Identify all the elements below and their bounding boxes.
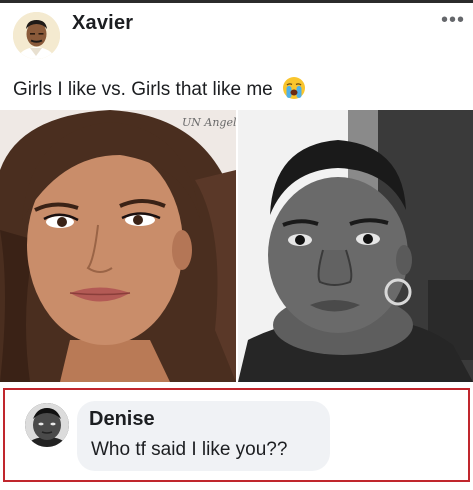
crying-face-icon [282,76,306,100]
photo-girls-that-like-me[interactable] [238,110,473,382]
comment-text: Who tf said I like you?? [91,439,288,460]
commenter-avatar[interactable] [25,403,69,447]
author-avatar[interactable] [13,12,60,59]
photo-watermark: UN Angeles [182,116,236,129]
caption-text: Girls I like vs. Girls that like me [13,79,273,100]
more-options-button[interactable]: ••• [438,8,468,32]
post-caption: Girls I like vs. Girls that like me [13,76,306,101]
photo-girls-i-like[interactable]: UN Angeles [0,110,236,382]
more-horizontal-icon: ••• [440,9,465,31]
post-card: Xavier ••• Girls I like vs. Girls that l… [0,0,473,490]
top-divider [0,0,473,3]
author-name[interactable]: Xavier [72,12,133,35]
commenter-name[interactable]: Denise [89,408,155,431]
